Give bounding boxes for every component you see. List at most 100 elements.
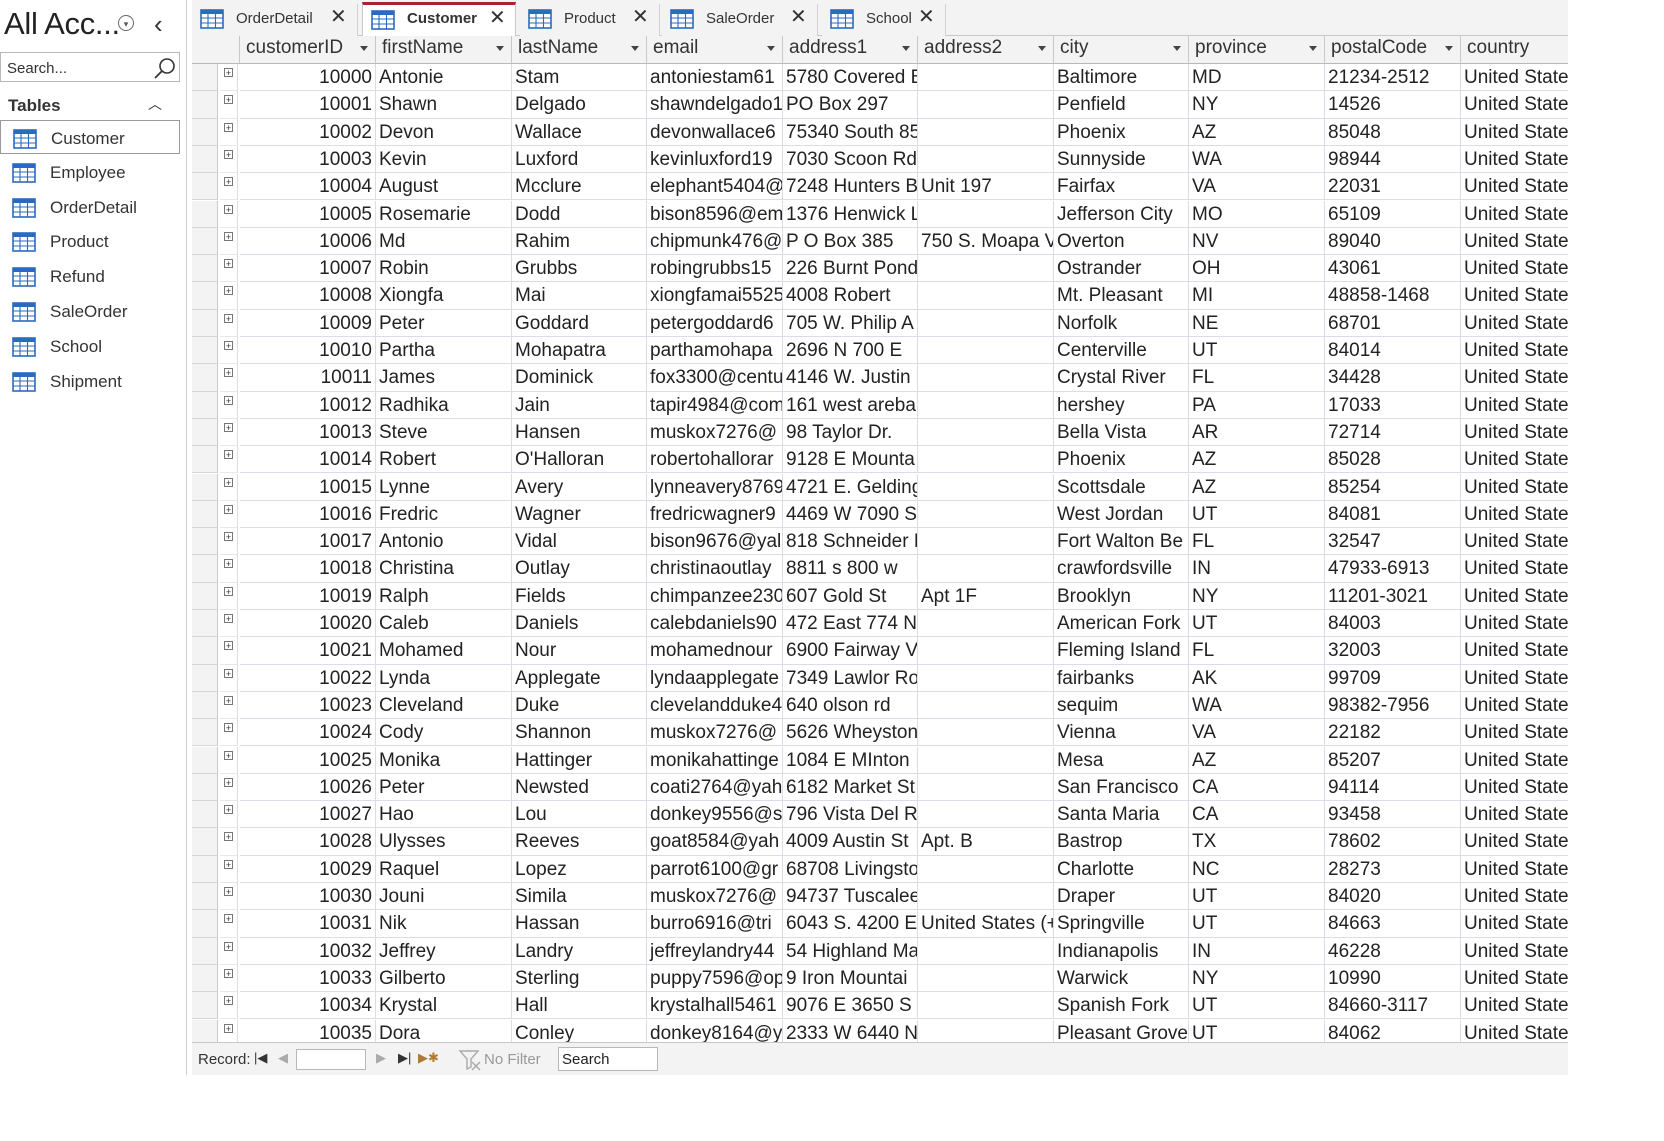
cell-customerid[interactable]: 10009 — [240, 309, 376, 337]
cell-customerid[interactable]: 10001 — [240, 91, 376, 119]
cell-province[interactable]: AK — [1189, 664, 1325, 692]
row-selector[interactable] — [192, 337, 218, 365]
cell-firstname[interactable]: Mohamed — [376, 637, 512, 665]
cell-address1[interactable]: 4008 Robert — [783, 282, 918, 310]
cell-address1[interactable]: 9 Iron Mountai — [783, 964, 918, 993]
cell-postalcode[interactable]: 99709 — [1325, 664, 1461, 692]
nav-search-box[interactable] — [0, 52, 180, 82]
cell-city[interactable]: Baltimore — [1054, 64, 1189, 92]
cell-address1[interactable]: 68708 Livingsto — [783, 855, 918, 883]
cell-customerid[interactable]: 10021 — [240, 637, 376, 665]
cell-address2[interactable]: United States (+ — [918, 910, 1054, 938]
nav-item-refund[interactable]: Refund — [0, 259, 180, 293]
cell-city[interactable]: Jefferson City — [1054, 200, 1189, 228]
cell-customerid[interactable]: 10030 — [240, 883, 376, 911]
nav-item-orderdetail[interactable]: OrderDetail — [0, 190, 180, 224]
search-icon[interactable] — [153, 56, 177, 80]
cell-country[interactable]: United State — [1461, 610, 1568, 638]
tab-saleorder[interactable]: SaleOrder ✕ — [662, 4, 818, 36]
cell-customerid[interactable]: 10008 — [240, 282, 376, 310]
cell-email[interactable]: burro6916@tri — [647, 910, 783, 938]
cell-postalcode[interactable]: 72714 — [1325, 418, 1461, 447]
cell-address1[interactable]: P O Box 385 — [783, 227, 918, 256]
cell-address1[interactable]: 161 west areba — [783, 391, 918, 419]
cell-address2[interactable] — [918, 937, 1054, 965]
subdatasheet-expander[interactable]: + — [220, 883, 238, 911]
cell-customerid[interactable]: 10024 — [240, 719, 376, 747]
cell-lastname[interactable]: Dominick — [512, 364, 647, 392]
expand-plus-icon[interactable]: + — [224, 395, 233, 405]
cell-address1[interactable]: 4146 W. Justin — [783, 364, 918, 392]
row-selector[interactable] — [192, 855, 218, 883]
cell-country[interactable]: United State — [1461, 337, 1568, 365]
cell-postalcode[interactable]: 78602 — [1325, 828, 1461, 856]
cell-firstname[interactable]: Robin — [376, 255, 512, 283]
subdatasheet-expander[interactable]: + — [220, 855, 238, 883]
cell-customerid[interactable]: 10005 — [240, 200, 376, 228]
column-header-city[interactable]: city — [1054, 36, 1189, 64]
cell-country[interactable]: United State — [1461, 91, 1568, 119]
cell-address2[interactable] — [918, 664, 1054, 692]
subdatasheet-expander[interactable]: + — [220, 528, 238, 556]
cell-email[interactable]: clevelandduke4 — [647, 691, 783, 720]
cell-country[interactable]: United State — [1461, 938, 1568, 965]
expand-plus-icon[interactable]: + — [224, 450, 233, 460]
cell-firstname[interactable]: Kevin — [376, 145, 512, 174]
sort-filter-dropdown-icon[interactable] — [767, 46, 775, 51]
cell-province[interactable]: WA — [1189, 691, 1325, 720]
cell-city[interactable]: Indianapolis — [1054, 937, 1189, 965]
cell-email[interactable]: bison9676@yal — [647, 528, 783, 556]
subdatasheet-expander[interactable]: + — [220, 664, 238, 692]
cell-postalcode[interactable]: 84062 — [1325, 1019, 1461, 1042]
cell-city[interactable]: Ostrander — [1054, 255, 1189, 283]
cell-customerid[interactable]: 10006 — [240, 227, 376, 256]
cell-firstname[interactable]: Krystal — [376, 992, 512, 1020]
cell-customerid[interactable]: 10012 — [240, 391, 376, 419]
subdatasheet-expander[interactable]: + — [220, 937, 238, 965]
subdatasheet-expander[interactable]: + — [220, 1019, 238, 1042]
cell-postalcode[interactable]: 85254 — [1325, 473, 1461, 501]
cell-city[interactable]: Springville — [1054, 910, 1189, 938]
cell-city[interactable]: Spanish Fork — [1054, 992, 1189, 1020]
cell-firstname[interactable]: Partha — [376, 337, 512, 365]
cell-country[interactable]: United State — [1461, 310, 1568, 337]
tab-product[interactable]: Product ✕ — [520, 4, 660, 36]
cell-address2[interactable] — [918, 255, 1054, 283]
collapse-nav-icon[interactable]: ‹ — [154, 10, 163, 38]
cell-city[interactable]: Overton — [1054, 227, 1189, 256]
expand-plus-icon[interactable]: + — [224, 204, 233, 214]
column-header-firstname[interactable]: firstName — [376, 36, 512, 64]
sort-filter-dropdown-icon[interactable] — [360, 46, 368, 51]
cell-postalcode[interactable]: 11201-3021 — [1325, 582, 1461, 610]
cell-lastname[interactable]: Shannon — [512, 719, 647, 747]
cell-email[interactable]: calebdaniels90 — [647, 610, 783, 638]
cell-address1[interactable]: 7349 Lawlor Ro — [783, 664, 918, 692]
cell-country[interactable]: United State — [1461, 555, 1568, 583]
row-selector[interactable] — [192, 309, 218, 337]
cell-postalcode[interactable]: 34428 — [1325, 364, 1461, 392]
cell-province[interactable]: VA — [1189, 719, 1325, 747]
cell-province[interactable]: CA — [1189, 773, 1325, 802]
sort-filter-dropdown-icon[interactable] — [1038, 46, 1046, 51]
cell-lastname[interactable]: Delgado — [512, 91, 647, 119]
row-selector[interactable] — [192, 64, 218, 92]
cell-province[interactable]: UT — [1189, 883, 1325, 911]
cell-email[interactable]: fredricwagner9 — [647, 500, 783, 529]
row-selector[interactable] — [192, 200, 218, 228]
expand-plus-icon[interactable]: + — [224, 914, 233, 924]
cell-address2[interactable] — [918, 964, 1054, 993]
cell-email[interactable]: devonwallace6 — [647, 118, 783, 146]
cell-email[interactable]: muskox7276@ — [647, 719, 783, 747]
subdatasheet-expander[interactable]: + — [220, 200, 238, 228]
cell-firstname[interactable]: Shawn — [376, 91, 512, 119]
expand-plus-icon[interactable]: + — [224, 777, 233, 787]
expand-plus-icon[interactable]: + — [224, 586, 233, 596]
subdatasheet-expander[interactable]: + — [220, 828, 238, 856]
cell-email[interactable]: bison8596@em — [647, 200, 783, 228]
cell-firstname[interactable]: Peter — [376, 309, 512, 337]
cell-address2[interactable]: Apt. B — [918, 828, 1054, 856]
cell-postalcode[interactable]: 21234-2512 — [1325, 64, 1461, 92]
cell-firstname[interactable]: Cleveland — [376, 691, 512, 720]
chevron-up-icon[interactable]: ︿ — [148, 94, 162, 114]
cell-firstname[interactable]: Raquel — [376, 855, 512, 883]
